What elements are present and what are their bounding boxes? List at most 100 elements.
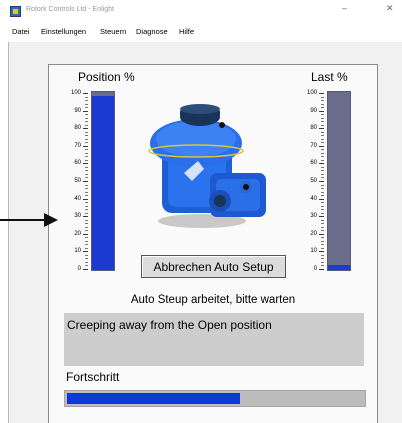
last-gauge-tick bbox=[319, 93, 324, 94]
last-gauge-tick-label: 0 bbox=[313, 266, 317, 272]
position-gauge-tick bbox=[83, 233, 88, 235]
position-gauge-tick-label: 50 bbox=[74, 178, 81, 184]
position-gauge-tick bbox=[83, 198, 88, 200]
last-gauge-tick bbox=[319, 145, 324, 147]
position-gauge-tick-label: 0 bbox=[77, 266, 81, 272]
last-gauge-tick bbox=[321, 219, 324, 221]
position-gauge-tick bbox=[85, 247, 88, 249]
last-gauge-tick bbox=[319, 110, 324, 112]
last-gauge-tick bbox=[319, 128, 324, 130]
last-gauge-tick bbox=[321, 124, 324, 126]
last-gauge-tick bbox=[321, 159, 324, 161]
last-gauge-tick-label: 100 bbox=[306, 90, 317, 96]
last-gauge-tick-label: 20 bbox=[310, 230, 317, 237]
position-gauge-tick bbox=[85, 244, 88, 246]
position-gauge-fill bbox=[92, 95, 114, 270]
menu-bar: Datei Einstellungen Steuern Diagnose Hil… bbox=[8, 24, 402, 40]
last-gauge-tick bbox=[321, 258, 324, 260]
minimize-button[interactable]: – bbox=[342, 3, 347, 13]
position-gauge-tick bbox=[85, 258, 88, 260]
progress-fill bbox=[67, 393, 240, 404]
position-gauge-tick bbox=[85, 114, 88, 116]
last-gauge-tick bbox=[321, 261, 324, 263]
last-gauge-tick bbox=[321, 244, 324, 246]
last-gauge-tick-label: 70 bbox=[310, 142, 317, 149]
position-gauge-tick bbox=[85, 103, 88, 105]
last-gauge-tick bbox=[321, 247, 324, 249]
position-gauge-tick bbox=[85, 142, 88, 144]
position-gauge-tick bbox=[85, 96, 88, 98]
last-gauge-tick bbox=[319, 198, 324, 200]
position-gauge-tick-label: 80 bbox=[74, 125, 81, 132]
last-gauge-tick bbox=[319, 233, 324, 235]
position-gauge-tick bbox=[85, 205, 88, 207]
position-gauge-tick-label: 100 bbox=[70, 90, 81, 96]
last-gauge-tick bbox=[321, 142, 324, 144]
last-gauge-tick bbox=[321, 135, 324, 137]
position-gauge-tick-label: 30 bbox=[74, 213, 81, 220]
last-gauge-tick bbox=[321, 131, 324, 133]
last-gauge-tick bbox=[319, 163, 324, 165]
position-gauge-tick bbox=[83, 216, 88, 218]
cancel-auto-setup-button[interactable]: Abbrechen Auto Setup bbox=[141, 255, 286, 278]
status-headline: Auto Steup arbeitet, bitte warten bbox=[130, 294, 296, 306]
last-gauge-scale: 100 90 80 70 60 50 40 30 20 10 0 bbox=[296, 90, 326, 272]
last-gauge-tick bbox=[321, 226, 324, 228]
status-message-box: Creeping away from the Open position bbox=[64, 313, 364, 366]
last-gauge-tick bbox=[321, 209, 324, 211]
position-gauge-tick bbox=[85, 223, 88, 225]
position-gauge-tick bbox=[85, 173, 88, 175]
position-gauge-tick bbox=[83, 269, 88, 270]
position-gauge-tick bbox=[85, 159, 88, 161]
last-gauge-tick bbox=[321, 173, 324, 175]
last-gauge-tick bbox=[319, 216, 324, 218]
position-gauge-bar bbox=[91, 91, 115, 271]
last-gauge-tick bbox=[321, 240, 324, 242]
position-gauge-tick bbox=[85, 138, 88, 140]
last-gauge-tick bbox=[321, 156, 324, 158]
position-gauge-tick-label: 40 bbox=[74, 195, 81, 202]
position-gauge-tick bbox=[85, 195, 88, 197]
last-gauge-tick bbox=[321, 223, 324, 225]
last-gauge-tick bbox=[319, 269, 324, 270]
position-gauge-tick bbox=[83, 93, 88, 94]
position-gauge-tick bbox=[85, 191, 88, 193]
position-gauge-tick bbox=[85, 237, 88, 239]
last-gauge-tick bbox=[321, 184, 324, 186]
close-button[interactable]: ✕ bbox=[386, 3, 394, 14]
last-gauge-tick-label: 50 bbox=[310, 178, 317, 184]
menu-datei[interactable]: Datei bbox=[12, 27, 30, 36]
position-gauge-tick bbox=[85, 149, 88, 151]
position-gauge-tick bbox=[85, 117, 88, 119]
menu-steuern[interactable]: Steuern bbox=[100, 27, 126, 36]
position-gauge-tick-label: 70 bbox=[74, 142, 81, 149]
actuator-image bbox=[148, 104, 266, 228]
position-gauge-tick bbox=[85, 209, 88, 211]
last-gauge-tick bbox=[321, 149, 324, 151]
last-gauge-tick bbox=[321, 202, 324, 204]
last-gauge-tick-label: 60 bbox=[310, 160, 317, 167]
last-gauge-tick bbox=[321, 114, 324, 116]
last-gauge-tick-label: 10 bbox=[310, 248, 317, 255]
position-gauge-tick bbox=[85, 121, 88, 123]
last-gauge-tick bbox=[321, 103, 324, 105]
last-gauge-tick bbox=[321, 265, 324, 267]
menu-diagnose[interactable]: Diagnose bbox=[136, 27, 168, 36]
position-gauge-tick bbox=[85, 226, 88, 228]
last-gauge-tick bbox=[321, 191, 324, 193]
arrow-icon bbox=[0, 219, 48, 221]
progress-bar bbox=[64, 390, 366, 407]
last-gauge-tick bbox=[321, 152, 324, 154]
menu-hilfe[interactable]: Hilfe bbox=[179, 27, 194, 36]
last-gauge-tick bbox=[319, 251, 324, 253]
title-bar: Rotork Controls Ltd - Enlight – ✕ bbox=[8, 0, 402, 24]
position-gauge-tick bbox=[85, 188, 88, 190]
position-gauge-tick bbox=[85, 107, 88, 109]
last-gauge-tick bbox=[321, 237, 324, 239]
position-gauge-tick bbox=[85, 184, 88, 186]
window-title: Rotork Controls Ltd - Enlight bbox=[26, 6, 114, 13]
menu-einstellungen[interactable]: Einstellungen bbox=[41, 27, 86, 36]
last-gauge-label: Last % bbox=[311, 70, 348, 84]
last-gauge-tick bbox=[321, 170, 324, 172]
position-gauge-tick bbox=[85, 265, 88, 267]
